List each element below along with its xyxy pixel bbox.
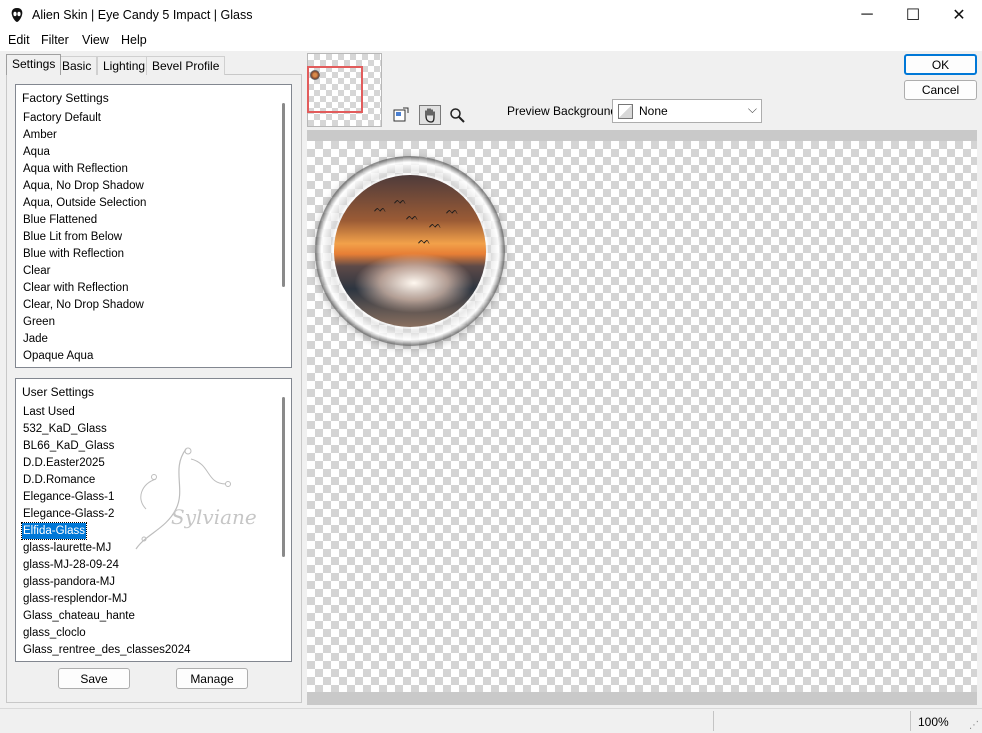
preview-image: ᨓ ᨓ ᨓ ᨓ ᨓ ᨓ <box>334 175 486 327</box>
list-item[interactable]: Aqua with Reflection <box>22 161 129 177</box>
list-item[interactable]: Factory Default <box>22 110 102 126</box>
status-divider <box>910 711 911 731</box>
maximize-icon: ☐ <box>905 7 921 24</box>
list-item[interactable]: Clear, No Drop Shadow <box>22 297 145 313</box>
hand-icon <box>425 108 435 123</box>
tab-lighting[interactable]: Lighting <box>97 56 152 75</box>
list-item[interactable]: Blue Lit from Below <box>22 229 123 245</box>
list-item[interactable]: glass-MJ-28-09-24 <box>22 557 120 573</box>
navigator-tool-button[interactable] <box>390 105 412 125</box>
window-title: Alien Skin | Eye Candy 5 Impact | Glass <box>32 8 253 22</box>
bird-icon: ᨓ <box>394 195 408 207</box>
manage-button[interactable]: Manage <box>176 668 248 689</box>
watermark-text: Sylviane <box>171 505 257 529</box>
factory-list-scrollbar[interactable] <box>282 103 285 287</box>
maximize-button[interactable]: ☐ <box>890 0 936 30</box>
chevron-down-icon: ⌵ <box>747 102 757 116</box>
preview-background-label: Preview Background: <box>507 104 621 118</box>
bird-icon: ᨓ <box>429 219 443 231</box>
zoom-level: 100% <box>918 715 949 729</box>
list-item[interactable]: Clear with Reflection <box>22 280 129 296</box>
minimize-button[interactable]: ─ <box>844 0 890 30</box>
menu-help[interactable]: Help <box>121 33 147 47</box>
list-item[interactable]: Blue Flattened <box>22 212 98 228</box>
list-item[interactable]: Green <box>22 314 56 330</box>
bird-icon: ᨓ <box>418 235 432 247</box>
bird-icon: ᨓ <box>406 211 420 223</box>
alien-skin-app-icon <box>11 8 23 22</box>
user-settings-header: User Settings <box>22 385 95 399</box>
resize-grip-icon[interactable]: ⋰ <box>969 720 979 731</box>
list-item[interactable]: glass_cloclo <box>22 625 87 641</box>
zoom-tool-button[interactable] <box>446 105 468 125</box>
tab-bevel-profile[interactable]: Bevel Profile <box>146 56 226 75</box>
title-bar: Alien Skin | Eye Candy 5 Impact | Glass … <box>0 0 982 30</box>
user-settings-list[interactable]: Sylviane User Settings Last Used 532_KaD… <box>15 378 292 662</box>
list-item[interactable]: Opaque Aqua <box>22 348 94 364</box>
list-item[interactable]: Aqua, No Drop Shadow <box>22 178 145 194</box>
save-button[interactable]: Save <box>58 668 130 689</box>
wave-splash <box>354 253 474 313</box>
tab-basic[interactable]: Basic <box>56 56 98 75</box>
list-item[interactable]: Amber <box>22 127 58 143</box>
list-item[interactable]: glass-resplendor-MJ <box>22 591 128 607</box>
list-item[interactable]: Jade <box>22 331 49 347</box>
list-item[interactable]: Glass_chateau_hante <box>22 608 136 624</box>
menu-filter[interactable]: Filter <box>41 33 69 47</box>
minimize-icon: ─ <box>861 6 873 23</box>
menu-view[interactable]: View <box>82 33 109 47</box>
list-item[interactable]: Blue with Reflection <box>22 246 125 262</box>
list-item[interactable]: glass-pandora-MJ <box>22 574 116 590</box>
list-item[interactable]: Elegance-Glass-1 <box>22 489 115 505</box>
close-button[interactable]: ✕ <box>936 0 982 30</box>
list-item[interactable]: BL66_KaD_Glass <box>22 438 115 454</box>
sylviane-watermark: Sylviane <box>135 447 257 550</box>
status-bar: 100% ⋰ <box>0 708 982 733</box>
zoom-icon <box>450 108 465 123</box>
list-item[interactable]: D.D.Easter2025 <box>22 455 106 471</box>
preview-background-select[interactable]: None ⌵ <box>612 99 762 123</box>
bird-icon: ᨓ <box>446 205 460 217</box>
list-item[interactable]: Aqua, Outside Selection <box>22 195 147 211</box>
list-item[interactable]: Elegance-Glass-2 <box>22 506 115 522</box>
navigator-preview-dot <box>310 70 320 80</box>
navigator-icon <box>393 107 409 122</box>
status-divider <box>713 711 714 731</box>
preview-background-value: None <box>639 104 668 118</box>
list-item[interactable]: 532_KaD_Glass <box>22 421 108 437</box>
list-item[interactable]: glass-laurette-MJ <box>22 540 112 556</box>
hand-tool-button[interactable] <box>419 105 441 125</box>
factory-settings-list[interactable]: Factory Settings Factory Default Amber A… <box>15 84 292 368</box>
background-swatch-icon <box>618 104 633 119</box>
list-item-selected[interactable]: Elfida-Glass <box>21 522 87 540</box>
ok-button[interactable]: OK <box>904 54 977 75</box>
list-item[interactable]: Aqua <box>22 144 51 160</box>
list-item[interactable]: Glass_rentree_des_classes2024 <box>22 642 192 658</box>
list-item[interactable]: Clear <box>22 263 51 279</box>
factory-settings-header: Factory Settings <box>22 91 109 105</box>
list-item[interactable]: D.D.Romance <box>22 472 96 488</box>
list-item[interactable]: Last Used <box>22 404 76 420</box>
cancel-button[interactable]: Cancel <box>904 80 977 100</box>
menu-bar: Edit Filter View Help <box>0 30 982 51</box>
user-list-scrollbar[interactable] <box>282 397 285 557</box>
close-icon: ✕ <box>952 7 966 24</box>
menu-edit[interactable]: Edit <box>8 33 30 47</box>
tab-settings[interactable]: Settings <box>6 54 62 75</box>
bird-icon: ᨓ <box>374 203 388 215</box>
